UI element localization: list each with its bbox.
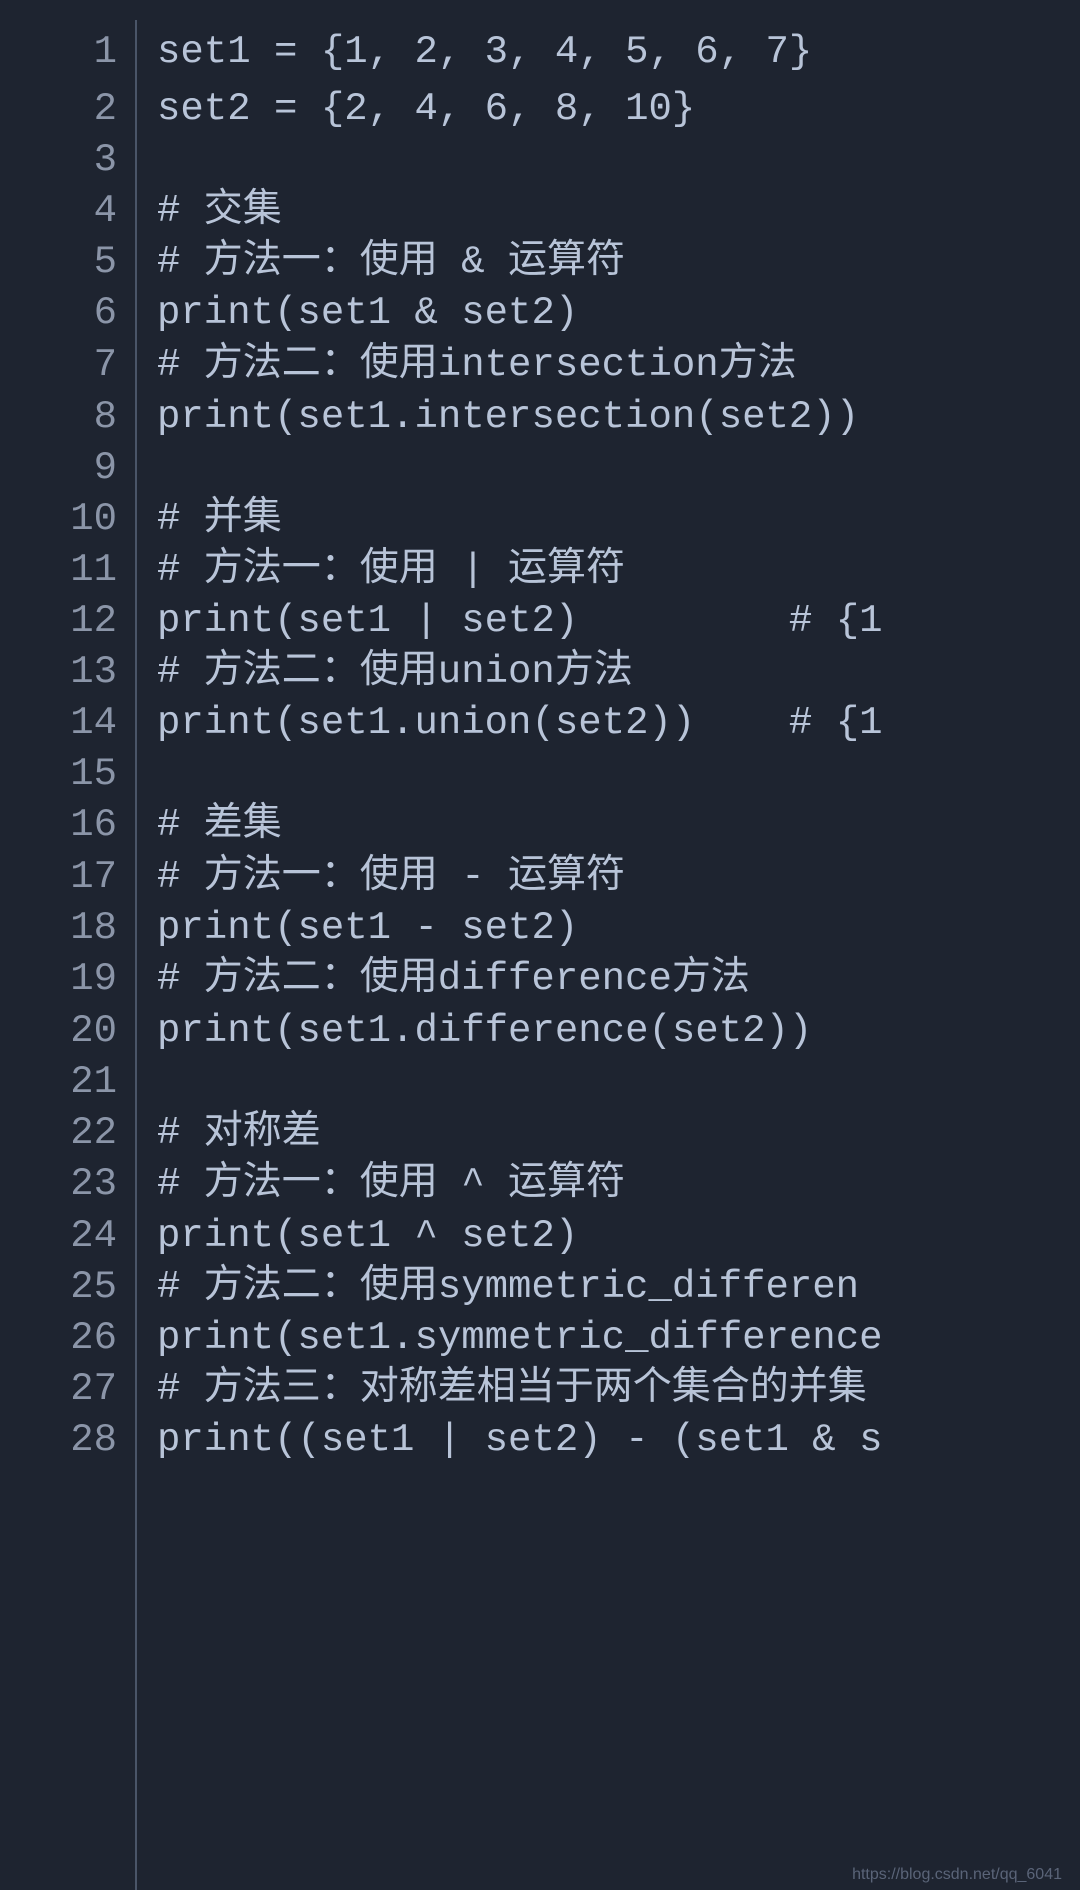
code-line[interactable]: # 对称差: [157, 1108, 1080, 1159]
code-content[interactable]: set1 = {1, 2, 3, 4, 5, 6, 7}set2 = {2, 4…: [137, 20, 1080, 1890]
line-number: 25: [0, 1262, 117, 1313]
line-number: 1: [0, 20, 117, 84]
line-number: 20: [0, 1005, 117, 1057]
code-line[interactable]: # 方法一：使用 - 运算符: [157, 851, 1080, 903]
code-line[interactable]: print(set1 - set2): [157, 903, 1080, 954]
line-number: 21: [0, 1057, 117, 1108]
code-line[interactable]: # 并集: [157, 494, 1080, 545]
code-line[interactable]: print(set1 | set2) # {1: [157, 596, 1080, 647]
code-line[interactable]: [157, 1057, 1080, 1108]
line-number: 14: [0, 698, 117, 749]
line-number: 24: [0, 1210, 117, 1262]
code-line[interactable]: # 方法二：使用union方法: [157, 647, 1080, 698]
code-line[interactable]: set1 = {1, 2, 3, 4, 5, 6, 7}: [157, 20, 1080, 84]
code-line[interactable]: # 方法二：使用symmetric_differen: [157, 1262, 1080, 1313]
line-number: 7: [0, 339, 117, 391]
line-number: 22: [0, 1108, 117, 1159]
line-number: 23: [0, 1159, 117, 1210]
watermark-text: https://blog.csdn.net/qq_6041: [852, 1866, 1062, 1884]
line-number: 17: [0, 851, 117, 903]
code-line[interactable]: # 方法二：使用difference方法: [157, 954, 1080, 1005]
line-number: 9: [0, 443, 117, 494]
line-number: 15: [0, 749, 117, 800]
code-line[interactable]: print(set1 ^ set2): [157, 1210, 1080, 1262]
line-number: 8: [0, 391, 117, 443]
line-number: 27: [0, 1364, 117, 1415]
code-line[interactable]: # 方法一：使用 | 运算符: [157, 545, 1080, 596]
line-number: 28: [0, 1415, 117, 1466]
code-line[interactable]: print(set1.union(set2)) # {1: [157, 698, 1080, 749]
code-line[interactable]: print(set1.symmetric_difference: [157, 1313, 1080, 1364]
line-number-gutter: 1234567891011121314151617181920212223242…: [0, 20, 137, 1890]
code-line[interactable]: [157, 749, 1080, 800]
code-line[interactable]: [157, 443, 1080, 494]
code-line[interactable]: print((set1 | set2) - (set1 & s: [157, 1415, 1080, 1466]
code-editor: 1234567891011121314151617181920212223242…: [0, 0, 1080, 1890]
code-line[interactable]: print(set1.difference(set2)): [157, 1005, 1080, 1057]
line-number: 5: [0, 237, 117, 288]
code-line[interactable]: [157, 135, 1080, 186]
code-line[interactable]: print(set1.intersection(set2)): [157, 391, 1080, 443]
line-number: 3: [0, 135, 117, 186]
code-line[interactable]: print(set1 & set2): [157, 288, 1080, 339]
code-line[interactable]: # 差集: [157, 800, 1080, 851]
line-number: 16: [0, 800, 117, 851]
line-number: 26: [0, 1313, 117, 1364]
code-line[interactable]: # 方法三：对称差相当于两个集合的并集: [157, 1364, 1080, 1415]
code-line[interactable]: # 方法一：使用 ^ 运算符: [157, 1159, 1080, 1210]
line-number: 4: [0, 186, 117, 237]
line-number: 18: [0, 903, 117, 954]
line-number: 10: [0, 494, 117, 545]
line-number: 11: [0, 545, 117, 596]
code-line[interactable]: # 交集: [157, 186, 1080, 237]
line-number: 19: [0, 954, 117, 1005]
line-number: 13: [0, 647, 117, 698]
line-number: 12: [0, 596, 117, 647]
code-line[interactable]: # 方法一：使用 & 运算符: [157, 237, 1080, 288]
line-number: 2: [0, 84, 117, 135]
line-number: 6: [0, 288, 117, 339]
code-line[interactable]: set2 = {2, 4, 6, 8, 10}: [157, 84, 1080, 135]
code-line[interactable]: # 方法二：使用intersection方法: [157, 339, 1080, 391]
